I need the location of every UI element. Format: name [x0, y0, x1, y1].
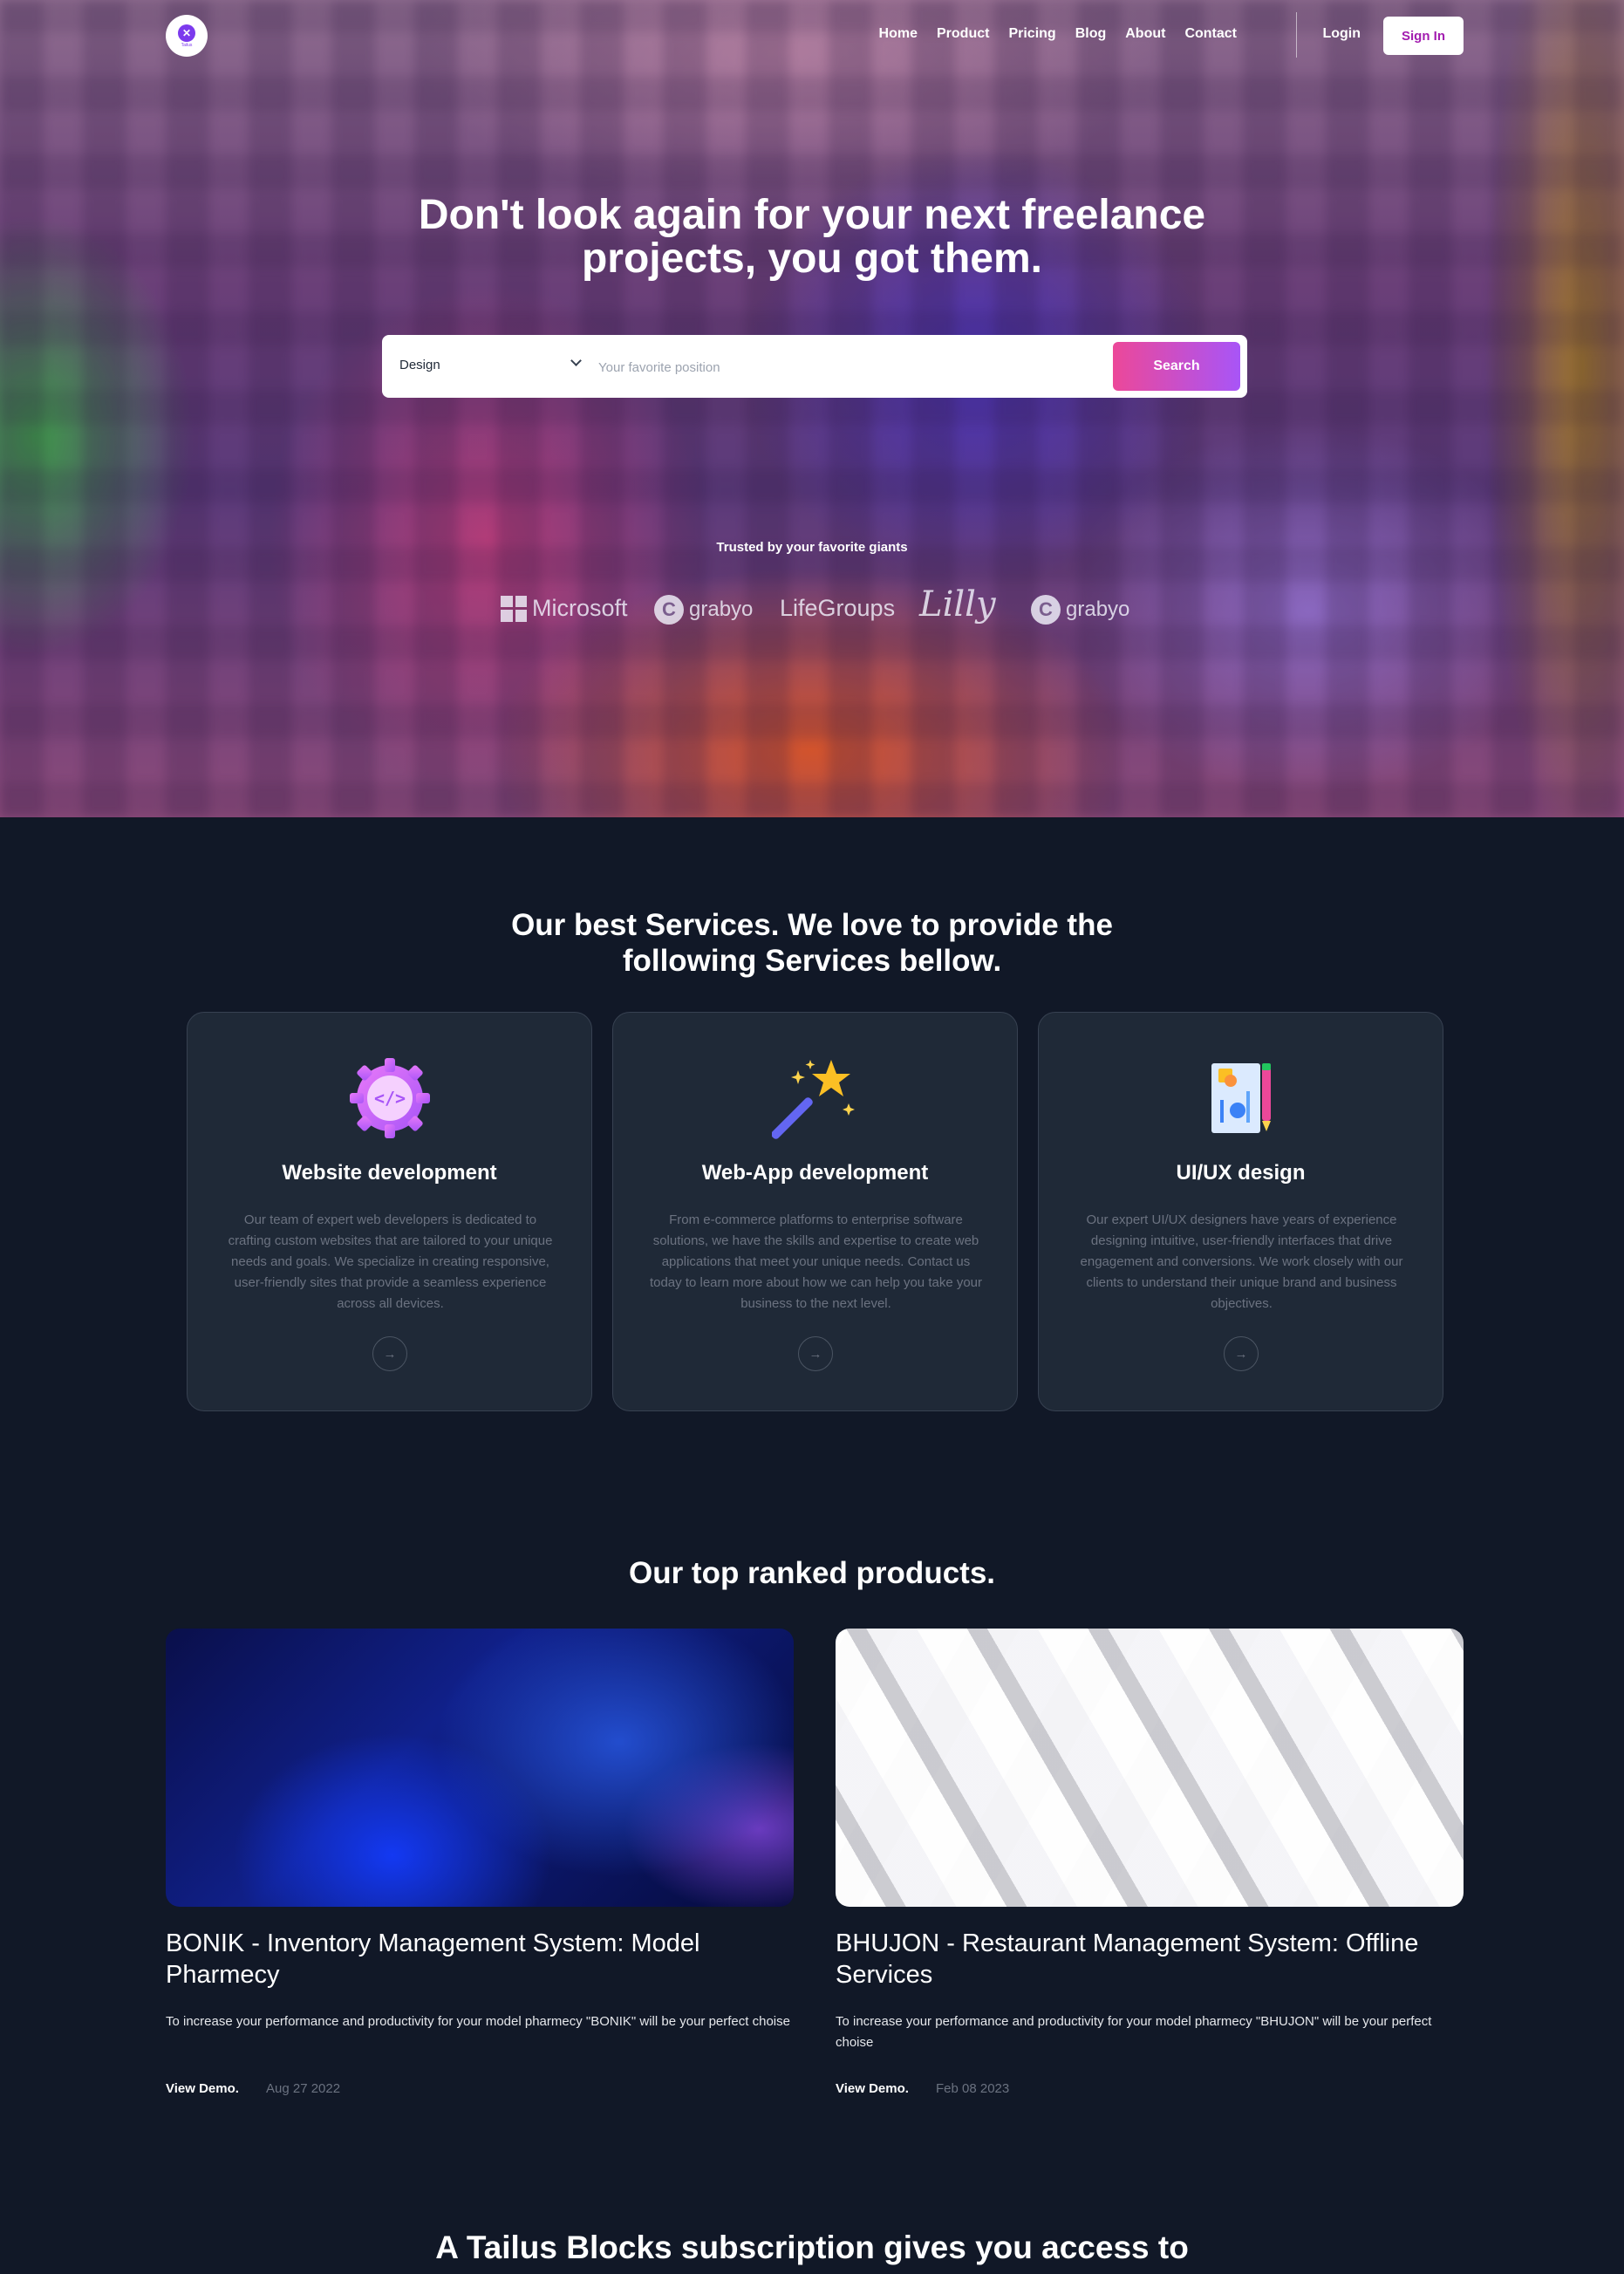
product-desc-bonik: To increase your performance and product…	[166, 2014, 790, 2029]
brand-name-grabyo: grabyo	[689, 598, 754, 621]
design-board-icon	[1211, 1063, 1271, 1133]
nav-link-blog[interactable]: Blog	[1075, 26, 1107, 42]
nav-link-contact[interactable]: Contact	[1184, 26, 1237, 42]
arrow-right-icon[interactable]: →	[372, 1336, 407, 1371]
view-demo-link-bonik[interactable]: View Demo.	[166, 2081, 239, 2096]
grabyo-logo: C grabyo	[654, 595, 753, 625]
nav-links: Home Product Pricing Blog About Contact	[879, 26, 1237, 42]
trusted-label: Trusted by your favorite giants	[716, 540, 908, 555]
search-button[interactable]: Search	[1113, 342, 1240, 391]
product-image-bonik[interactable]	[166, 1629, 794, 1907]
nav-divider	[1296, 12, 1297, 58]
grabyo-icon: C	[654, 595, 684, 625]
service-card-website: </> Website development Our team of expe…	[187, 1012, 592, 1411]
hero-title-line1: Don't look again for your next freelance	[418, 192, 1206, 238]
service-card-webapp: Web-App development From e-commerce plat…	[612, 1012, 1018, 1411]
hero-section: ✕ Tailus Home Product Pricing Blog About…	[0, 0, 1624, 817]
search-bar: Design Search	[382, 335, 1247, 398]
product-image-bhujon[interactable]	[836, 1629, 1464, 1907]
service-title: Web-App development	[701, 1161, 929, 1185]
brand-logo[interactable]: ✕ Tailus	[166, 15, 208, 57]
product-desc-bhujon: To increase your performance and product…	[836, 2014, 1432, 2050]
service-card-uiux: UI/UX design Our expert UI/UX designers …	[1038, 1012, 1443, 1411]
product-name-bonik[interactable]: BONIK - Inventory Management System: Mod…	[166, 1928, 794, 1991]
service-title: UI/UX design	[1176, 1161, 1306, 1185]
services-title-line2: following Services bellow.	[622, 944, 1002, 978]
product-name-bhujon[interactable]: BHUJON - Restaurant Management System: O…	[836, 1928, 1464, 1991]
services-title-line1: Our best Services. We love to provide th…	[511, 908, 1113, 942]
microsoft-logo: Microsoft	[501, 595, 628, 622]
view-demo-link-bhujon[interactable]: View Demo.	[836, 2081, 909, 2096]
chevron-down-icon[interactable]	[572, 354, 580, 365]
product-date-bonik: Aug 27 2022	[266, 2081, 341, 2096]
arrow-right-icon[interactable]: →	[1224, 1336, 1259, 1371]
service-desc: Our expert UI/UX designers have years of…	[1080, 1212, 1403, 1311]
subscription-title: A Tailus Blocks subscription gives you a…	[435, 2230, 1189, 2265]
nav-link-product[interactable]: Product	[937, 26, 989, 42]
nav-link-about[interactable]: About	[1125, 26, 1165, 42]
logo-icon: ✕	[178, 24, 195, 42]
brand-name-lilly: Lilly	[919, 584, 996, 625]
hero-background	[0, 0, 1624, 817]
nav-link-home[interactable]: Home	[879, 26, 918, 42]
product-date-bhujon: Feb 08 2023	[936, 2081, 1010, 2096]
services-title: Our best Services. We love to provide th…	[376, 907, 1248, 979]
svg-text:</>: </>	[374, 1088, 406, 1109]
lilly-logo: Lilly	[919, 584, 996, 625]
brand-logos: Microsoft C grabyo LifeGroups Lilly C gr…	[497, 583, 1134, 635]
grabyo-icon: C	[1031, 595, 1061, 625]
arrow-right-icon[interactable]: →	[798, 1336, 833, 1371]
login-link[interactable]: Login	[1322, 26, 1361, 42]
category-select[interactable]: Design	[399, 358, 440, 372]
position-input[interactable]	[598, 354, 1034, 380]
service-desc: From e-commerce platforms to enterprise …	[649, 1212, 983, 1311]
brand-name-grabyo-2: grabyo	[1066, 598, 1130, 621]
signin-button[interactable]: Sign In	[1383, 17, 1464, 55]
service-desc: Our team of expert web developers is ded…	[228, 1212, 553, 1311]
brand-name-lifegroups: LifeGroups	[780, 595, 896, 621]
logo-text: Tailus	[181, 42, 193, 48]
grabyo-logo-2: C grabyo	[1031, 595, 1129, 625]
service-title: Website development	[282, 1161, 497, 1185]
hero-title-line2: projects, you got them.	[581, 236, 1043, 282]
nav-link-pricing[interactable]: Pricing	[1008, 26, 1055, 42]
code-gear-icon: </>	[350, 1058, 430, 1138]
top-nav: ✕ Tailus Home Product Pricing Blog About…	[166, 12, 1464, 59]
magic-wand-icon	[772, 1060, 855, 1139]
microsoft-icon	[501, 595, 527, 622]
lifegroups-logo: LifeGroups	[780, 595, 895, 622]
hero-title: Don't look again for your next freelance…	[376, 194, 1248, 281]
brand-name-microsoft: Microsoft	[532, 595, 628, 621]
products-title: Our top ranked products.	[628, 1556, 996, 1590]
